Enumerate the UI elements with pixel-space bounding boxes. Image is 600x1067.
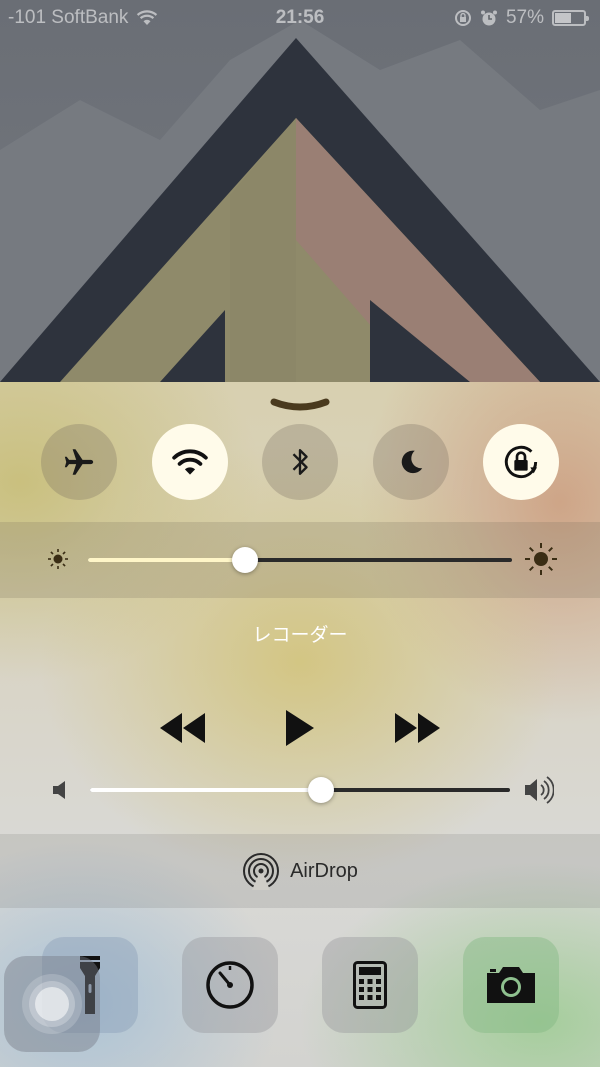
wifi-icon <box>172 449 208 475</box>
bluetooth-toggle[interactable] <box>262 424 338 500</box>
volume-high-icon <box>525 776 554 804</box>
moon-icon <box>401 450 423 474</box>
assistive-touch-button[interactable] <box>4 956 100 1052</box>
play-button[interactable] <box>270 704 330 752</box>
wallpaper-art <box>0 20 600 382</box>
rotation-lock-toggle[interactable] <box>483 424 559 500</box>
airdrop-label: AirDrop <box>290 859 358 882</box>
play-icon <box>286 710 314 746</box>
rewind-button[interactable] <box>153 704 213 752</box>
camera-button[interactable] <box>463 937 559 1033</box>
volume-slider[interactable] <box>90 777 510 803</box>
status-bar: -101 SoftBank 21:56 57% <box>0 0 600 36</box>
rewind-icon <box>160 713 205 743</box>
assistive-touch-icon <box>22 974 82 1034</box>
brightness-thumb[interactable] <box>231 547 258 573</box>
fast-forward-icon <box>395 713 440 743</box>
timer-icon <box>206 961 254 1009</box>
volume-fill <box>90 788 321 792</box>
fast-forward-button[interactable] <box>387 704 447 752</box>
airplane-icon <box>64 449 94 475</box>
battery-level <box>555 13 571 23</box>
alarm-icon <box>480 10 497 26</box>
rotation-lock-status-icon <box>454 10 471 26</box>
calculator-icon <box>353 961 387 1009</box>
volume-low-icon <box>53 781 65 799</box>
wallpaper <box>0 0 600 382</box>
volume-thumb[interactable] <box>308 777 334 803</box>
do-not-disturb-toggle[interactable] <box>373 424 449 500</box>
battery-percent: 57% <box>505 7 544 28</box>
wifi-toggle[interactable] <box>152 424 228 500</box>
brightness-low-icon <box>48 549 68 569</box>
status-right-group: 57% <box>454 7 589 29</box>
brightness-slider[interactable] <box>88 547 512 573</box>
control-center: レコーダー AirDrop <box>0 382 600 1067</box>
dismiss-grabber-icon[interactable] <box>270 398 330 412</box>
bluetooth-icon <box>292 449 308 475</box>
airdrop-button[interactable]: AirDrop <box>0 834 600 908</box>
timer-button[interactable] <box>182 937 278 1033</box>
brightness-fill <box>88 558 245 562</box>
airplane-mode-toggle[interactable] <box>41 424 117 500</box>
rotation-lock-icon <box>504 445 538 479</box>
brightness-high-icon <box>525 543 557 575</box>
now-playing-title: レコーダー <box>252 625 348 646</box>
camera-icon <box>487 967 535 1003</box>
calculator-button[interactable] <box>322 937 418 1033</box>
airdrop-icon <box>243 853 280 890</box>
battery-icon <box>552 10 589 26</box>
